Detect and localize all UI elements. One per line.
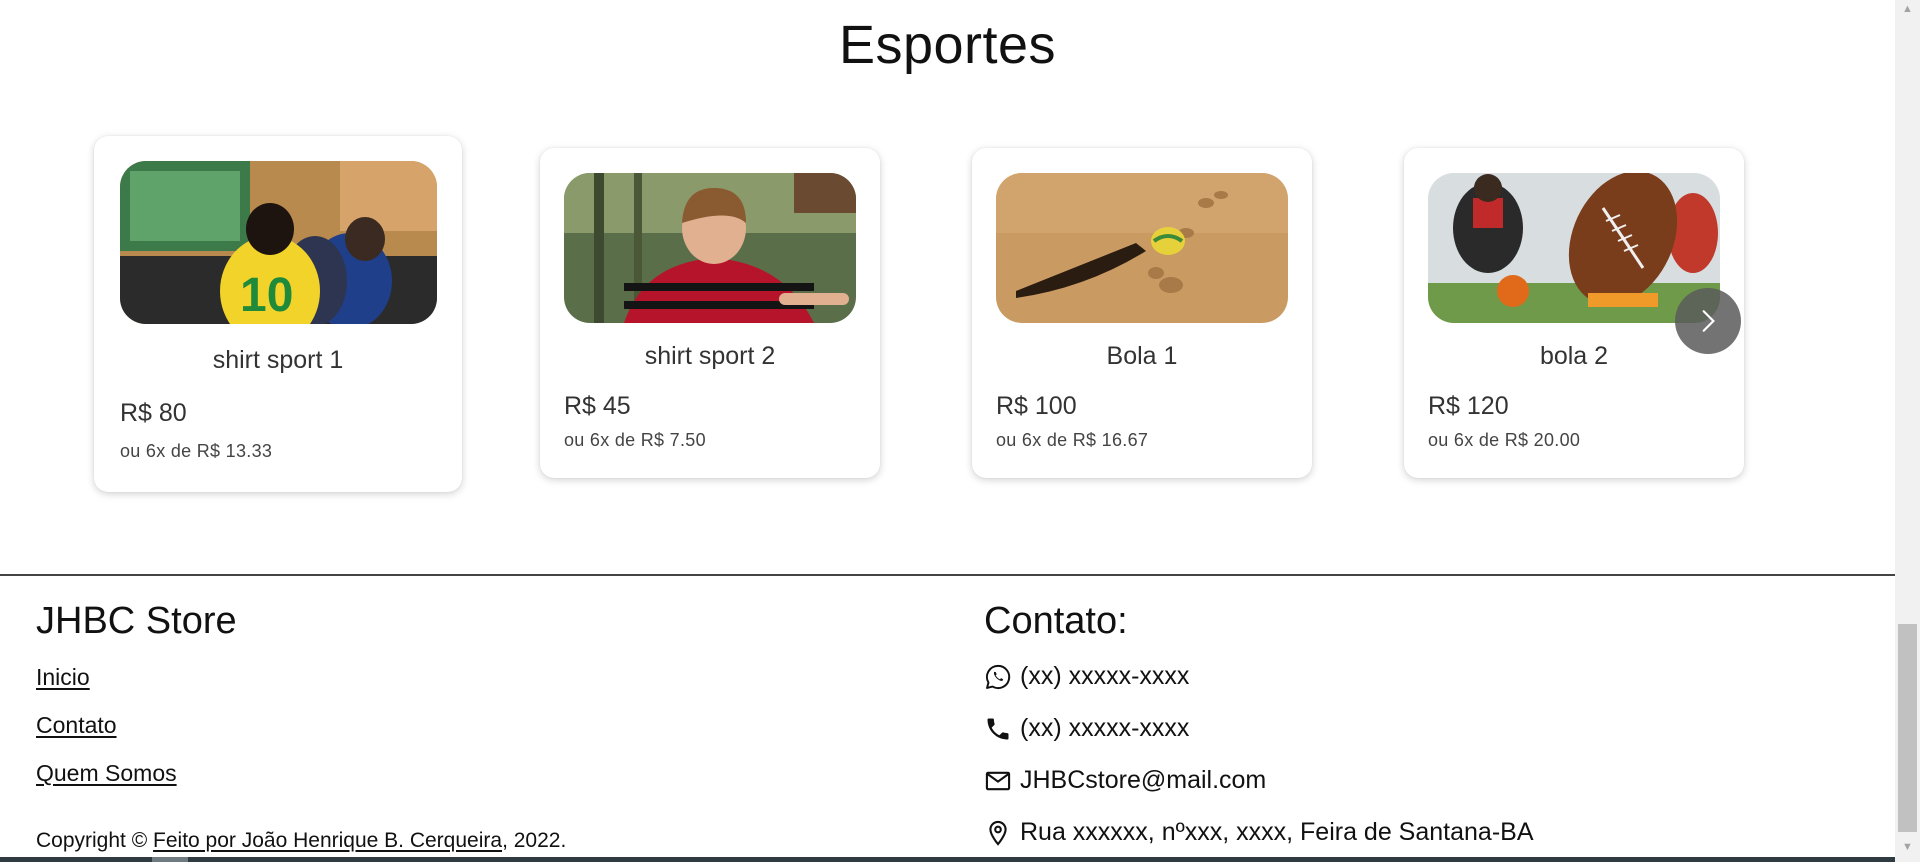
product-image[interactable] (996, 173, 1288, 323)
footer-link-inicio[interactable]: Inicio (36, 664, 90, 691)
footer-link-quem-somos[interactable]: Quem Somos (36, 760, 177, 787)
product-installments: ou 6x de R$ 16.67 (996, 430, 1149, 450)
copyright-prefix: Copyright © (36, 829, 154, 852)
contact-email: JHBCstore@mail.com (984, 766, 1266, 795)
product-price: R$ 80 (120, 399, 187, 427)
product-installments: ou 6x de R$ 7.50 (564, 430, 706, 450)
product-image[interactable] (564, 173, 856, 323)
product-card[interactable]: 10 shirt sport 1 R$ 80 ou 6x de R$ 13.33 (94, 136, 462, 492)
product-installments: ou 6x de R$ 13.33 (120, 441, 273, 461)
copyright-suffix: , 2022. (502, 829, 567, 852)
whatsapp-icon (984, 663, 1012, 691)
horizontal-scrollbar[interactable] (0, 857, 1895, 862)
footer-divider (0, 574, 1895, 576)
svg-text:10: 10 (240, 269, 293, 322)
contact-email-text[interactable]: JHBCstore@mail.com (1020, 766, 1266, 795)
product-name[interactable]: Bola 1 (972, 342, 1312, 371)
contact-whatsapp: (xx) xxxxx-xxxx (984, 662, 1189, 691)
horizontal-scrollbar-thumb[interactable] (152, 857, 188, 862)
contact-address-text: Rua xxxxxx, nºxxx, xxxx, Feira de Santan… (1020, 818, 1534, 846)
footer-brand: JHBC Store (36, 600, 237, 642)
product-price: R$ 45 (564, 392, 631, 420)
chevron-right-icon (1702, 310, 1715, 332)
location-pin-icon (984, 819, 1012, 847)
product-card[interactable]: Bola 1 R$ 100 ou 6x de R$ 16.67 (972, 148, 1312, 478)
product-name[interactable]: shirt sport 2 (540, 342, 880, 371)
product-image[interactable] (1428, 173, 1720, 323)
vertical-scrollbar-thumb[interactable] (1898, 624, 1917, 832)
product-image[interactable]: 10 (120, 161, 437, 324)
contact-title: Contato: (984, 600, 1128, 642)
contact-phone-text: (xx) xxxxx-xxxx (1020, 714, 1190, 742)
scroll-up-arrow-icon[interactable]: ▲ (1895, 0, 1920, 17)
scroll-down-arrow-icon[interactable]: ▼ (1895, 838, 1920, 855)
carousel-next-button[interactable] (1675, 288, 1741, 354)
mail-icon (984, 767, 1012, 795)
contact-whatsapp-text: (xx) xxxxx-xxxx (1020, 662, 1190, 690)
author-link[interactable]: Feito por João Henrique B. Cerqueira (153, 829, 502, 852)
section-title: Esportes (838, 15, 1057, 75)
product-installments: ou 6x de R$ 20.00 (1428, 430, 1581, 450)
phone-icon (984, 715, 1012, 743)
copyright: Copyright © Feito por João Henrique B. C… (36, 829, 566, 853)
contact-address: Rua xxxxxx, nºxxx, xxxx, Feira de Santan… (984, 818, 1534, 847)
product-price: R$ 100 (996, 392, 1077, 420)
product-card[interactable]: shirt sport 2 R$ 45 ou 6x de R$ 7.50 (540, 148, 880, 478)
product-price: R$ 120 (1428, 392, 1509, 420)
contact-phone: (xx) xxxxx-xxxx (984, 714, 1189, 743)
footer-link-contato[interactable]: Contato (36, 712, 117, 739)
product-name[interactable]: shirt sport 1 (94, 346, 462, 375)
